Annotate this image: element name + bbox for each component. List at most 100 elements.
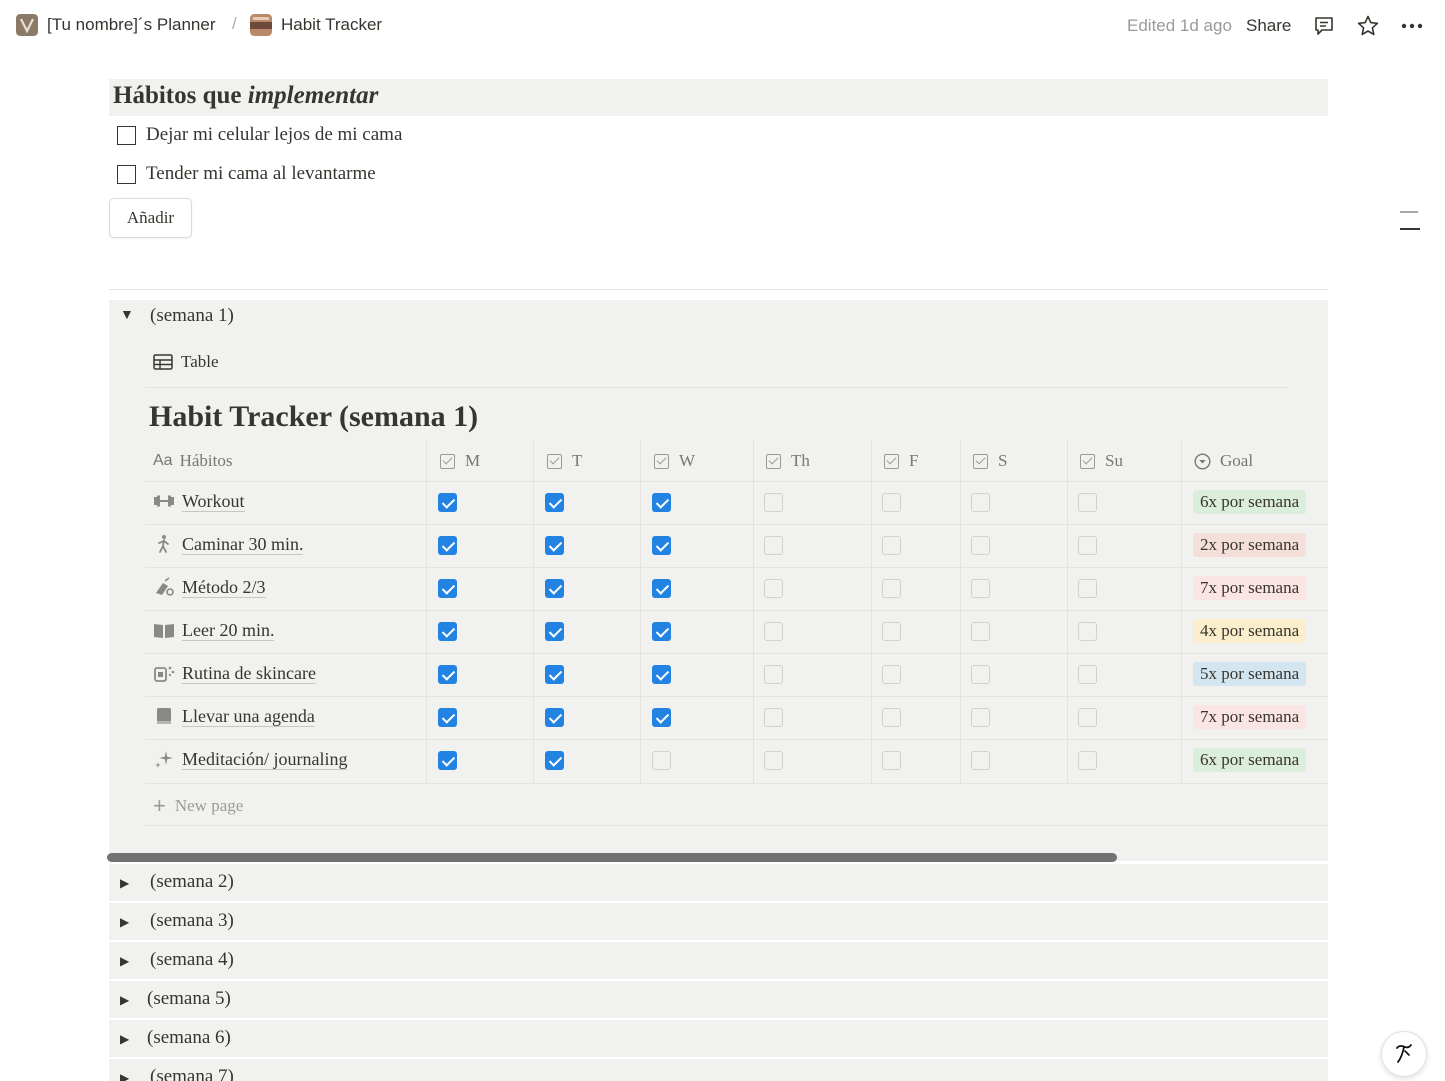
- day-checkbox-s[interactable]: [971, 493, 990, 512]
- day-checkbox-m[interactable]: [438, 665, 457, 684]
- day-checkbox-s[interactable]: [971, 579, 990, 598]
- row-title[interactable]: Leer 20 min.: [182, 620, 275, 641]
- day-checkbox-w[interactable]: [652, 579, 671, 598]
- day-checkbox-su[interactable]: [1078, 622, 1097, 641]
- column-header-goal[interactable]: Goal: [1194, 451, 1253, 471]
- column-header-m[interactable]: M: [440, 451, 480, 471]
- column-header-s[interactable]: S: [973, 451, 1007, 471]
- toggle-arrow-open-icon[interactable]: ▼: [120, 308, 134, 324]
- day-checkbox-m[interactable]: [438, 493, 457, 512]
- day-checkbox-th[interactable]: [764, 493, 783, 512]
- toggle-arrow-closed-icon[interactable]: ▶: [120, 1071, 129, 1081]
- more-icon[interactable]: [1400, 14, 1424, 38]
- day-checkbox-f[interactable]: [882, 493, 901, 512]
- outline-line[interactable]: [1400, 211, 1418, 213]
- table-row[interactable]: Caminar 30 min.: [153, 533, 304, 555]
- toggle-label[interactable]: (semana 7): [150, 1066, 234, 1081]
- day-checkbox-m[interactable]: [438, 708, 457, 727]
- day-checkbox-su[interactable]: [1078, 751, 1097, 770]
- view-tab-table[interactable]: Table: [153, 352, 219, 372]
- day-checkbox-t[interactable]: [545, 579, 564, 598]
- outline-line-active[interactable]: [1400, 228, 1420, 230]
- day-checkbox-f[interactable]: [882, 622, 901, 641]
- day-checkbox-w[interactable]: [652, 708, 671, 727]
- toggle-label[interactable]: (semana 2): [150, 871, 234, 893]
- day-checkbox-m[interactable]: [438, 751, 457, 770]
- day-checkbox-s[interactable]: [971, 708, 990, 727]
- toggle-arrow-closed-icon[interactable]: ▶: [120, 1032, 129, 1047]
- day-checkbox-t[interactable]: [545, 708, 564, 727]
- day-checkbox-s[interactable]: [971, 665, 990, 684]
- table-row[interactable]: Método 2/3: [153, 576, 266, 598]
- day-checkbox-su[interactable]: [1078, 536, 1097, 555]
- row-title[interactable]: Caminar 30 min.: [182, 534, 304, 555]
- day-checkbox-t[interactable]: [545, 536, 564, 555]
- toggle-arrow-closed-icon[interactable]: ▶: [120, 993, 129, 1008]
- column-header-t[interactable]: T: [547, 451, 582, 471]
- day-checkbox-w[interactable]: [652, 536, 671, 555]
- day-checkbox-t[interactable]: [545, 493, 564, 512]
- day-checkbox-su[interactable]: [1078, 708, 1097, 727]
- day-checkbox-su[interactable]: [1078, 579, 1097, 598]
- day-checkbox-s[interactable]: [971, 751, 990, 770]
- breadcrumb-page[interactable]: Habit Tracker: [250, 14, 382, 36]
- toggle-arrow-closed-icon[interactable]: ▶: [120, 954, 129, 969]
- day-checkbox-f[interactable]: [882, 665, 901, 684]
- toggle-label[interactable]: (semana 4): [150, 949, 234, 971]
- goal-tag[interactable]: 4x por semana: [1193, 619, 1307, 643]
- row-title[interactable]: Método 2/3: [182, 577, 266, 598]
- notion-ai-button[interactable]: [1381, 1031, 1427, 1077]
- breadcrumb-workspace[interactable]: [Tu nombre]´s Planner: [16, 14, 216, 36]
- table-row[interactable]: Workout: [153, 490, 245, 512]
- row-title[interactable]: Meditación/ journaling: [182, 749, 348, 770]
- day-checkbox-w[interactable]: [652, 493, 671, 512]
- table-row[interactable]: Llevar una agenda: [153, 705, 315, 727]
- column-header-habitos[interactable]: Aa Hábitos: [153, 451, 232, 471]
- table-row[interactable]: Rutina de skincare: [153, 662, 316, 684]
- day-checkbox-w[interactable]: [652, 622, 671, 641]
- star-icon[interactable]: [1356, 14, 1380, 38]
- goal-tag[interactable]: 7x por semana: [1193, 705, 1307, 729]
- toggle-label[interactable]: (semana 3): [150, 910, 234, 932]
- column-header-f[interactable]: F: [884, 451, 918, 471]
- day-checkbox-s[interactable]: [971, 622, 990, 641]
- row-title[interactable]: Workout: [182, 491, 245, 512]
- day-checkbox-w[interactable]: [652, 665, 671, 684]
- goal-tag[interactable]: 6x por semana: [1193, 748, 1307, 772]
- day-checkbox-t[interactable]: [545, 751, 564, 770]
- row-title[interactable]: Rutina de skincare: [182, 663, 316, 684]
- day-checkbox-m[interactable]: [438, 622, 457, 641]
- day-checkbox-t[interactable]: [545, 665, 564, 684]
- day-checkbox-m[interactable]: [438, 536, 457, 555]
- day-checkbox-f[interactable]: [882, 536, 901, 555]
- toggle-arrow-closed-icon[interactable]: ▶: [120, 876, 129, 891]
- toggle-label[interactable]: (semana 5): [147, 988, 231, 1010]
- goal-tag[interactable]: 2x por semana: [1193, 533, 1307, 557]
- comment-icon[interactable]: [1312, 14, 1336, 38]
- day-checkbox-th[interactable]: [764, 665, 783, 684]
- day-checkbox-th[interactable]: [764, 536, 783, 555]
- goal-tag[interactable]: 7x por semana: [1193, 576, 1307, 600]
- table-row[interactable]: Leer 20 min.: [153, 619, 275, 641]
- row-title[interactable]: Llevar una agenda: [182, 706, 315, 727]
- day-checkbox-th[interactable]: [764, 622, 783, 641]
- day-checkbox-f[interactable]: [882, 751, 901, 770]
- todo-checkbox[interactable]: [117, 125, 136, 145]
- goal-tag[interactable]: 5x por semana: [1193, 662, 1307, 686]
- day-checkbox-su[interactable]: [1078, 493, 1097, 512]
- day-checkbox-th[interactable]: [764, 708, 783, 727]
- day-checkbox-s[interactable]: [971, 536, 990, 555]
- add-button[interactable]: Añadir: [109, 198, 192, 238]
- toggle-label[interactable]: (semana 1): [150, 305, 234, 327]
- day-checkbox-th[interactable]: [764, 751, 783, 770]
- table-row[interactable]: Meditación/ journaling: [153, 748, 348, 770]
- day-checkbox-su[interactable]: [1078, 665, 1097, 684]
- share-button[interactable]: Share: [1246, 16, 1291, 36]
- day-checkbox-m[interactable]: [438, 579, 457, 598]
- column-header-w[interactable]: W: [654, 451, 695, 471]
- horizontal-scrollbar[interactable]: [107, 853, 1117, 862]
- day-checkbox-f[interactable]: [882, 579, 901, 598]
- column-header-su[interactable]: Su: [1080, 451, 1123, 471]
- day-checkbox-f[interactable]: [882, 708, 901, 727]
- toggle-arrow-closed-icon[interactable]: ▶: [120, 915, 129, 930]
